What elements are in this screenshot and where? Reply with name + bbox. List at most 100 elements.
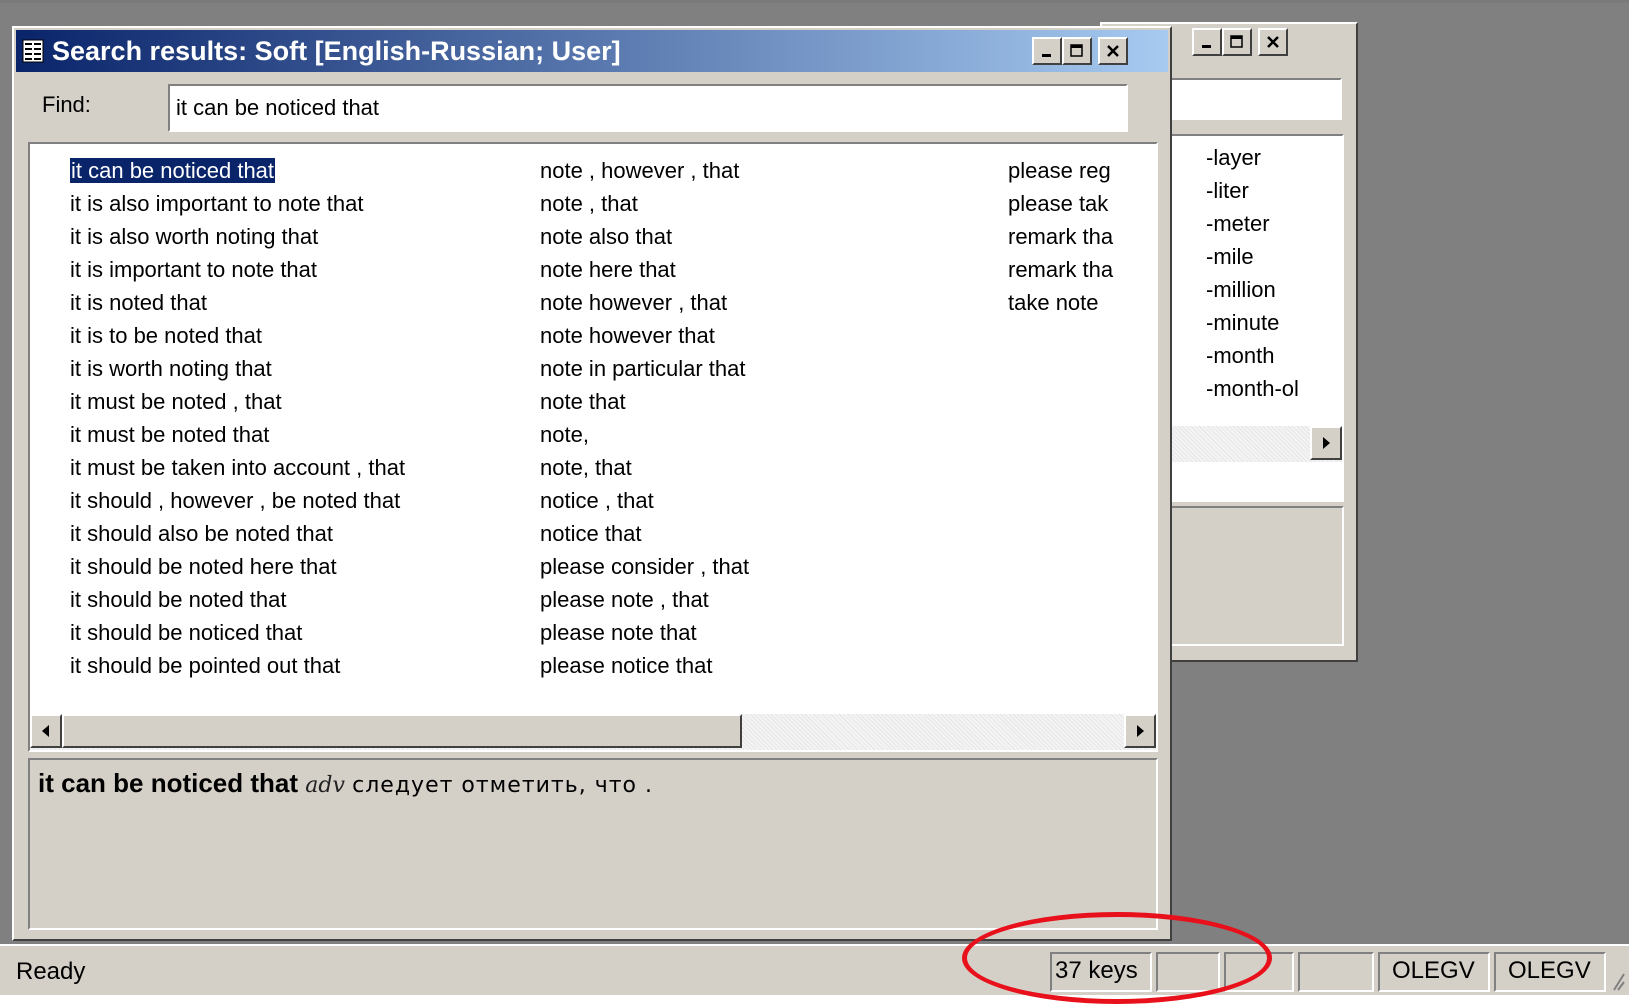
result-item[interactable]: note , that xyxy=(540,189,1020,222)
scrollbar-thumb[interactable] xyxy=(62,714,742,748)
result-item-text: note however , that xyxy=(540,290,728,315)
maximize-icon xyxy=(1230,35,1243,48)
result-item-text: it is worth noting that xyxy=(70,356,272,381)
find-input[interactable] xyxy=(168,84,1128,132)
result-item[interactable]: it must be taken into account , that xyxy=(70,453,550,486)
list-item[interactable]: -meter xyxy=(1206,208,1344,240)
arrow-right-icon xyxy=(1323,437,1330,449)
result-item-text: it should , however , be noted that xyxy=(70,488,401,513)
background-search-input[interactable] xyxy=(1162,78,1342,120)
result-item-text: it must be taken into account , that xyxy=(70,455,406,480)
search-results-window[interactable]: Search results: Soft [English-Russian; U… xyxy=(12,26,1172,941)
result-item[interactable]: it should be noted that xyxy=(70,585,550,618)
result-item-text: note that xyxy=(540,389,626,414)
results-list[interactable]: it can be noticed that it is also importa… xyxy=(28,142,1158,752)
resize-grip-icon[interactable] xyxy=(1612,964,1626,992)
result-item[interactable]: it must be noted that xyxy=(70,420,550,453)
result-item[interactable]: please notice that xyxy=(540,651,1020,684)
result-item[interactable]: take note xyxy=(1008,288,1128,321)
result-item[interactable]: it is also important to note that xyxy=(70,189,550,222)
result-item-text: note , however , that xyxy=(540,158,740,183)
result-item[interactable]: note , however , that xyxy=(540,156,1020,189)
result-item[interactable]: it is also worth noting that xyxy=(70,222,550,255)
bg-scroll-right-button[interactable] xyxy=(1310,426,1342,460)
result-item[interactable]: it should be pointed out that xyxy=(70,651,550,684)
close-button[interactable] xyxy=(1098,37,1128,65)
bg-maximize-button[interactable] xyxy=(1222,28,1252,56)
result-item-text: remark tha xyxy=(1008,257,1114,282)
result-item[interactable]: note however , that xyxy=(540,288,1020,321)
result-item[interactable]: please tak xyxy=(1008,189,1128,222)
close-icon xyxy=(1107,45,1119,57)
definition-pane: it can be noticed that adv следует отмет… xyxy=(28,758,1158,930)
arrow-left-icon xyxy=(42,725,49,737)
result-item-text: notice , that xyxy=(540,488,654,513)
result-item[interactable]: note, that xyxy=(540,453,1020,486)
result-item[interactable]: notice , that xyxy=(540,486,1020,519)
result-item[interactable]: please note , that xyxy=(540,585,1020,618)
list-item[interactable]: -minute xyxy=(1206,307,1344,339)
result-item[interactable]: note here that xyxy=(540,255,1020,288)
result-item-text: note in particular that xyxy=(540,356,746,381)
list-item[interactable]: -million xyxy=(1206,274,1344,306)
result-item-text: please consider , that xyxy=(540,554,750,579)
result-item[interactable]: it is worth noting that xyxy=(70,354,550,387)
result-item[interactable]: note that xyxy=(540,387,1020,420)
result-item-text: it can be noticed that xyxy=(70,157,277,184)
result-item[interactable]: please reg xyxy=(1008,156,1128,189)
result-item[interactable]: note however that xyxy=(540,321,1020,354)
result-item[interactable]: it should be noticed that xyxy=(70,618,550,651)
result-item[interactable]: remark tha xyxy=(1008,222,1128,255)
status-keys-count: 37 keys xyxy=(1050,952,1152,992)
result-item[interactable]: it should , however , be noted that xyxy=(70,486,550,519)
definition-translation: следует отметить, что . xyxy=(352,773,653,798)
bg-minimize-button[interactable] xyxy=(1192,28,1222,56)
arrow-right-icon xyxy=(1137,725,1144,737)
result-item[interactable]: remark tha xyxy=(1008,255,1128,288)
result-item[interactable]: it should also be noted that xyxy=(70,519,550,552)
status-user-1: OLEGV xyxy=(1378,952,1490,992)
maximize-button[interactable] xyxy=(1062,37,1092,65)
scroll-right-button[interactable] xyxy=(1124,714,1156,748)
result-item[interactable]: it must be noted , that xyxy=(70,387,550,420)
status-ready: Ready xyxy=(16,958,86,985)
result-item[interactable]: it can be noticed that xyxy=(70,156,550,189)
close-icon xyxy=(1267,36,1279,48)
list-item[interactable]: -layer xyxy=(1206,142,1344,174)
horizontal-scrollbar[interactable] xyxy=(30,714,1156,750)
result-item-text: note, xyxy=(540,422,589,447)
result-item[interactable]: it should be noted here that xyxy=(70,552,550,585)
result-item[interactable]: it is important to note that xyxy=(70,255,550,288)
bg-close-button[interactable] xyxy=(1258,28,1288,56)
result-item[interactable]: please note that xyxy=(540,618,1020,651)
definition-headword: it can be noticed that xyxy=(38,768,299,798)
result-item[interactable]: it is noted that xyxy=(70,288,550,321)
list-item[interactable]: -month-ol xyxy=(1206,373,1344,405)
result-item-text: it must be noted that xyxy=(70,422,270,447)
find-label: Find: xyxy=(42,92,91,117)
result-item[interactable]: notice that xyxy=(540,519,1020,552)
list-item[interactable]: -liter xyxy=(1206,175,1344,207)
result-item-text: note , that xyxy=(540,191,638,216)
scroll-left-button[interactable] xyxy=(30,714,62,748)
result-item-text: it is also worth noting that xyxy=(70,224,319,249)
definition-part-of-speech: adv xyxy=(305,773,345,798)
result-item-text: it is to be noted that xyxy=(70,323,263,348)
result-item[interactable]: note also that xyxy=(540,222,1020,255)
status-user-2: OLEGV xyxy=(1494,952,1606,992)
result-item-text: it should be noticed that xyxy=(70,620,303,645)
result-item-text: note also that xyxy=(540,224,673,249)
definition-text: it can be noticed that adv следует отмет… xyxy=(38,768,653,799)
result-item[interactable]: note in particular that xyxy=(540,354,1020,387)
minimize-button[interactable] xyxy=(1032,37,1062,65)
list-item[interactable]: -mile xyxy=(1206,241,1344,273)
result-item[interactable]: it is to be noted that xyxy=(70,321,550,354)
status-bar: Ready 37 keys OLEGV OLEGV xyxy=(0,944,1629,995)
result-item[interactable]: note, xyxy=(540,420,1020,453)
result-item[interactable]: please consider , that xyxy=(540,552,1020,585)
window-titlebar[interactable]: Search results: Soft [English-Russian; U… xyxy=(16,30,1168,72)
window-title: Search results: Soft [English-Russian; U… xyxy=(52,35,621,66)
result-item-text: please reg xyxy=(1008,158,1111,183)
list-item[interactable]: -month xyxy=(1206,340,1344,372)
result-item-text: take note xyxy=(1008,290,1099,315)
